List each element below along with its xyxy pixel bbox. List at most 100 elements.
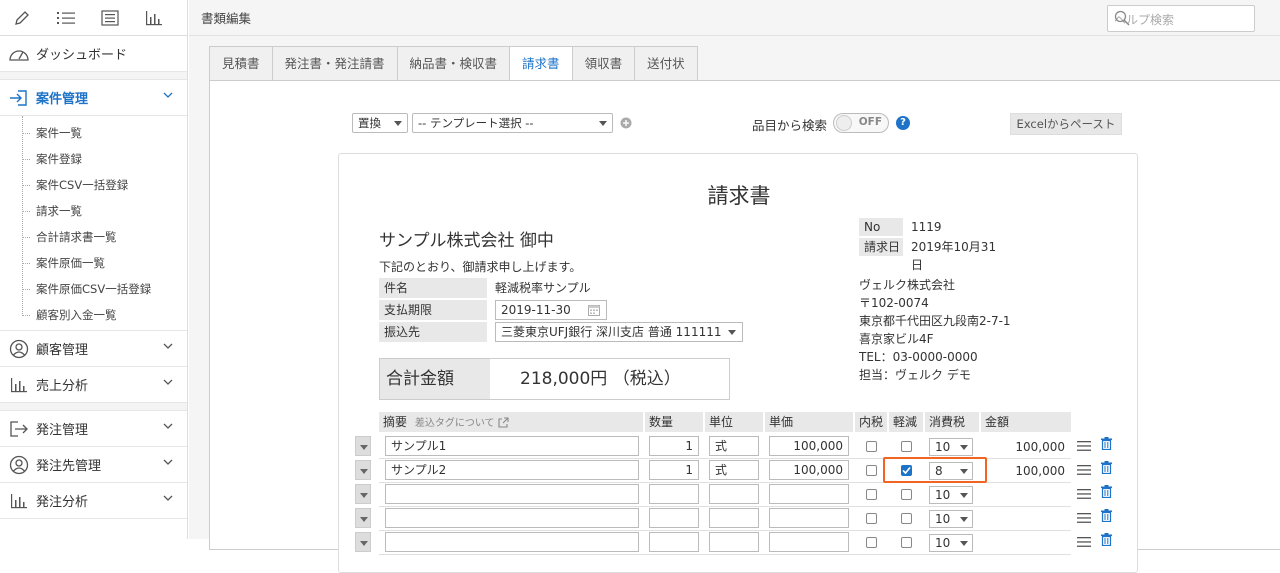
unit-input[interactable]: 式	[709, 436, 759, 456]
sidebar-item-label: 発注分析	[36, 495, 89, 510]
add-circle-icon[interactable]	[620, 117, 632, 129]
external-link-icon[interactable]	[497, 417, 509, 428]
bar-chart-icon[interactable]	[132, 0, 176, 36]
drag-handle-icon[interactable]	[1077, 536, 1091, 548]
submenu-item[interactable]: 顧客別入金一覧	[0, 302, 187, 328]
invoice-number-value[interactable]: 1119	[911, 218, 942, 236]
tax-rate-select[interactable]: 10	[929, 510, 973, 528]
client-name[interactable]: サンプル株式会社 御中	[379, 226, 554, 251]
sidebar-item-case-management[interactable]: 案件管理	[0, 80, 187, 116]
due-date-field[interactable]: 2019-11-30	[495, 300, 607, 320]
unit-input[interactable]: 式	[709, 460, 759, 480]
invoice-date-value[interactable]: 2019年10月31日	[911, 238, 999, 274]
price-input[interactable]	[769, 484, 849, 504]
sidebar-divider	[0, 403, 187, 411]
sidebar-item-order-analysis[interactable]: 発注分析	[0, 483, 187, 519]
price-input[interactable]: 100,000	[769, 460, 849, 480]
tax-included-checkbox[interactable]	[866, 441, 877, 452]
submenu-item[interactable]: 案件一覧	[0, 120, 187, 146]
submenu-item[interactable]: 案件登録	[0, 146, 187, 172]
sidebar-item-supplier-management[interactable]: 発注先管理	[0, 447, 187, 483]
tab-delivery[interactable]: 納品書・検収書	[396, 46, 510, 81]
submenu-item[interactable]: 案件原価CSV一括登録	[0, 276, 187, 302]
tab-purchase-order[interactable]: 発注書・発注請書	[271, 46, 397, 81]
tax-included-checkbox[interactable]	[866, 513, 877, 524]
row-menu-button[interactable]	[355, 460, 371, 480]
due-date-row: 支払期限 2019-11-30	[379, 300, 731, 320]
table-row: 10	[339, 530, 1139, 554]
price-input[interactable]: 100,000	[769, 436, 849, 456]
row-menu-button[interactable]	[355, 484, 371, 504]
tax-rate-select[interactable]: 10	[929, 534, 973, 552]
drag-handle-icon[interactable]	[1077, 440, 1091, 452]
submenu-item[interactable]: 案件原価一覧	[0, 250, 187, 276]
drag-handle-icon[interactable]	[1077, 464, 1091, 476]
template-select[interactable]: -- テンプレート選択 --	[412, 113, 613, 133]
description-input[interactable]: サンプル1	[385, 436, 639, 456]
logout-icon	[8, 418, 30, 440]
invoice-date-row: 請求日 2019年10月31日	[859, 238, 999, 272]
unit-input[interactable]	[709, 484, 759, 504]
search-icon[interactable]	[1114, 10, 1248, 26]
trash-icon[interactable]	[1101, 533, 1112, 546]
tax-rate-select[interactable]: 10	[929, 438, 973, 456]
tab-cover-letter[interactable]: 送付状	[634, 46, 698, 81]
reduced-tax-checkbox[interactable]	[901, 489, 912, 500]
trash-icon[interactable]	[1101, 485, 1112, 498]
table-row: サンプル1 1 式 100,000 10 100,000	[339, 434, 1139, 458]
replace-select[interactable]: 置換	[352, 113, 408, 133]
quantity-input[interactable]	[649, 532, 699, 552]
sidebar-item-order-management[interactable]: 発注管理	[0, 411, 187, 447]
description-input[interactable]	[385, 508, 639, 528]
invoice-number-label: No	[859, 218, 903, 236]
help-search-input[interactable]: ヘルプ検索	[1107, 5, 1255, 32]
table-row: 10	[339, 506, 1139, 530]
quantity-input[interactable]	[649, 508, 699, 528]
list-icon[interactable]	[44, 0, 88, 36]
quantity-input[interactable]	[649, 484, 699, 504]
sidebar-item-sales-analysis[interactable]: 売上分析	[0, 367, 187, 403]
submenu-item[interactable]: 請求一覧	[0, 198, 187, 224]
merge-tag-help-link[interactable]: 差込タグについて	[415, 418, 495, 429]
tab-invoice[interactable]: 請求書	[509, 46, 572, 81]
trash-icon[interactable]	[1101, 509, 1112, 522]
company-building: 喜京家ビル4F	[859, 332, 934, 346]
reduced-tax-checkbox[interactable]	[901, 441, 912, 452]
list-box-icon[interactable]	[88, 0, 132, 36]
item-search-toggle[interactable]: OFF	[833, 113, 889, 133]
tax-included-checkbox[interactable]	[866, 465, 877, 476]
sidebar-item-customer-management[interactable]: 顧客管理	[0, 331, 187, 367]
submenu-item[interactable]: 案件CSV一括登録	[0, 172, 187, 198]
quantity-input[interactable]: 1	[649, 460, 699, 480]
row-menu-button[interactable]	[355, 508, 371, 528]
unit-input[interactable]	[709, 508, 759, 528]
submenu-item[interactable]: 合計請求書一覧	[0, 224, 187, 250]
drag-handle-icon[interactable]	[1077, 512, 1091, 524]
help-icon[interactable]: ?	[896, 116, 910, 130]
tax-rate-select[interactable]: 10	[929, 486, 973, 504]
description-input[interactable]	[385, 484, 639, 504]
login-icon	[8, 87, 30, 109]
description-input[interactable]	[385, 532, 639, 552]
unit-input[interactable]	[709, 532, 759, 552]
tax-included-checkbox[interactable]	[866, 489, 877, 500]
tab-receipt[interactable]: 領収書	[571, 46, 635, 81]
pencil-icon[interactable]	[0, 0, 44, 36]
trash-icon[interactable]	[1101, 437, 1112, 450]
description-input[interactable]: サンプル2	[385, 460, 639, 480]
unit-value: 式	[715, 463, 728, 477]
price-input[interactable]	[769, 508, 849, 528]
calendar-icon[interactable]	[588, 304, 600, 316]
drag-handle-icon[interactable]	[1077, 488, 1091, 500]
excel-paste-button[interactable]: Excelからペースト	[1010, 113, 1122, 135]
trash-icon[interactable]	[1101, 461, 1112, 474]
row-menu-button[interactable]	[355, 436, 371, 456]
tab-estimate[interactable]: 見積書	[209, 46, 272, 81]
sidebar-item-dashboard[interactable]: ダッシュボード	[0, 36, 187, 72]
subject-value[interactable]: 軽減税率サンプル	[495, 278, 591, 298]
row-menu-button[interactable]	[355, 532, 371, 552]
reduced-tax-checkbox[interactable]	[901, 513, 912, 524]
bank-select[interactable]: 三菱東京UFJ銀行 深川支店 普通 111111	[495, 322, 743, 342]
price-input[interactable]	[769, 532, 849, 552]
quantity-input[interactable]: 1	[649, 436, 699, 456]
